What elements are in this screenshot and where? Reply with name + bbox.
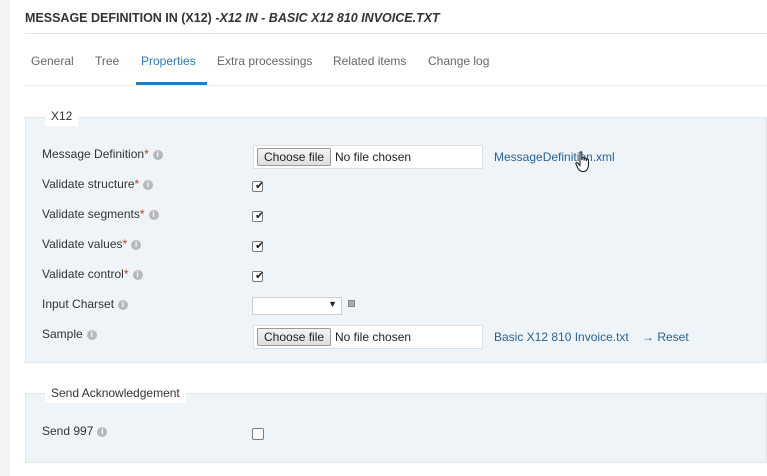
- page-title-filename: -X12 IN - BASIC X12 810 INVOICE.TXT: [215, 11, 440, 25]
- required-marker: *: [134, 177, 140, 191]
- chevron-down-icon: ▼: [328, 299, 337, 309]
- tab-properties[interactable]: Properties: [141, 54, 196, 68]
- send-acknowledgement-fieldset: [25, 393, 767, 463]
- tab-general[interactable]: General: [31, 54, 74, 68]
- required-marker: *: [144, 147, 149, 161]
- info-icon[interactable]: i: [118, 300, 129, 310]
- tabs-divider: [25, 85, 767, 86]
- info-icon[interactable]: i: [152, 150, 163, 160]
- required-marker: *: [122, 237, 128, 251]
- required-marker: *: [123, 267, 129, 281]
- check-icon: ✔: [255, 180, 265, 192]
- send-acknowledgement-legend: Send Acknowledgement: [45, 383, 186, 403]
- validate-control-label: Validate control* i: [42, 267, 143, 281]
- message-definition-file-input[interactable]: Choose file No file chosen: [253, 145, 483, 169]
- tab-related-items[interactable]: Related items: [333, 54, 406, 68]
- title-divider: [25, 33, 767, 34]
- info-icon[interactable]: i: [143, 180, 154, 190]
- choose-file-button[interactable]: Choose file: [257, 328, 332, 346]
- file-status-text: No file chosen: [335, 330, 412, 344]
- check-icon: ✔: [255, 270, 265, 282]
- tab-extra-processings[interactable]: Extra processings: [217, 54, 312, 68]
- send-997-label: Send 997 i: [42, 424, 108, 438]
- message-definition-label: Message Definition* i: [42, 147, 163, 161]
- info-icon[interactable]: i: [131, 240, 142, 250]
- validate-structure-label: Validate structure* i: [42, 177, 154, 191]
- reset-link[interactable]: → Reset: [642, 330, 689, 344]
- sample-file-link[interactable]: Basic X12 810 Invoice.txt: [494, 330, 629, 344]
- clear-charset-icon[interactable]: [348, 300, 355, 307]
- validate-segments-label: Validate segments* i: [42, 207, 159, 221]
- validate-values-checkbox[interactable]: ✔: [252, 240, 265, 252]
- info-icon[interactable]: i: [148, 210, 159, 220]
- left-gutter: [0, 0, 10, 476]
- check-icon: ✔: [255, 210, 265, 222]
- info-icon[interactable]: i: [86, 330, 97, 340]
- validate-values-label: Validate values* i: [42, 237, 142, 251]
- message-definition-link[interactable]: MessageDefinition.xml: [494, 150, 615, 164]
- page-title-prefix: MESSAGE DEFINITION IN (X12): [25, 11, 216, 25]
- sample-label: Sample i: [42, 327, 97, 341]
- hand-cursor-icon: [575, 151, 589, 172]
- choose-file-button[interactable]: Choose file: [257, 148, 332, 166]
- check-icon: ✔: [255, 240, 265, 252]
- validate-control-checkbox[interactable]: ✔: [252, 270, 265, 282]
- validate-segments-checkbox[interactable]: ✔: [252, 210, 265, 222]
- file-status-text: No file chosen: [335, 150, 412, 164]
- page-title: MESSAGE DEFINITION IN (X12) -X12 IN - BA…: [25, 11, 440, 25]
- required-marker: *: [139, 207, 145, 221]
- info-icon[interactable]: i: [132, 270, 143, 280]
- x12-legend: X12: [45, 106, 79, 126]
- input-charset-label: Input Charset i: [42, 297, 129, 311]
- send-997-checkbox[interactable]: [252, 428, 264, 440]
- tab-tree[interactable]: Tree: [95, 54, 119, 68]
- tab-change-log[interactable]: Change log: [428, 54, 489, 68]
- sample-file-input[interactable]: Choose file No file chosen: [253, 325, 483, 349]
- info-icon[interactable]: i: [97, 427, 108, 437]
- input-charset-select[interactable]: ▼: [252, 297, 342, 315]
- tab-bar: General Tree Properties Extra processing…: [25, 46, 767, 86]
- validate-structure-checkbox[interactable]: ✔: [252, 180, 265, 192]
